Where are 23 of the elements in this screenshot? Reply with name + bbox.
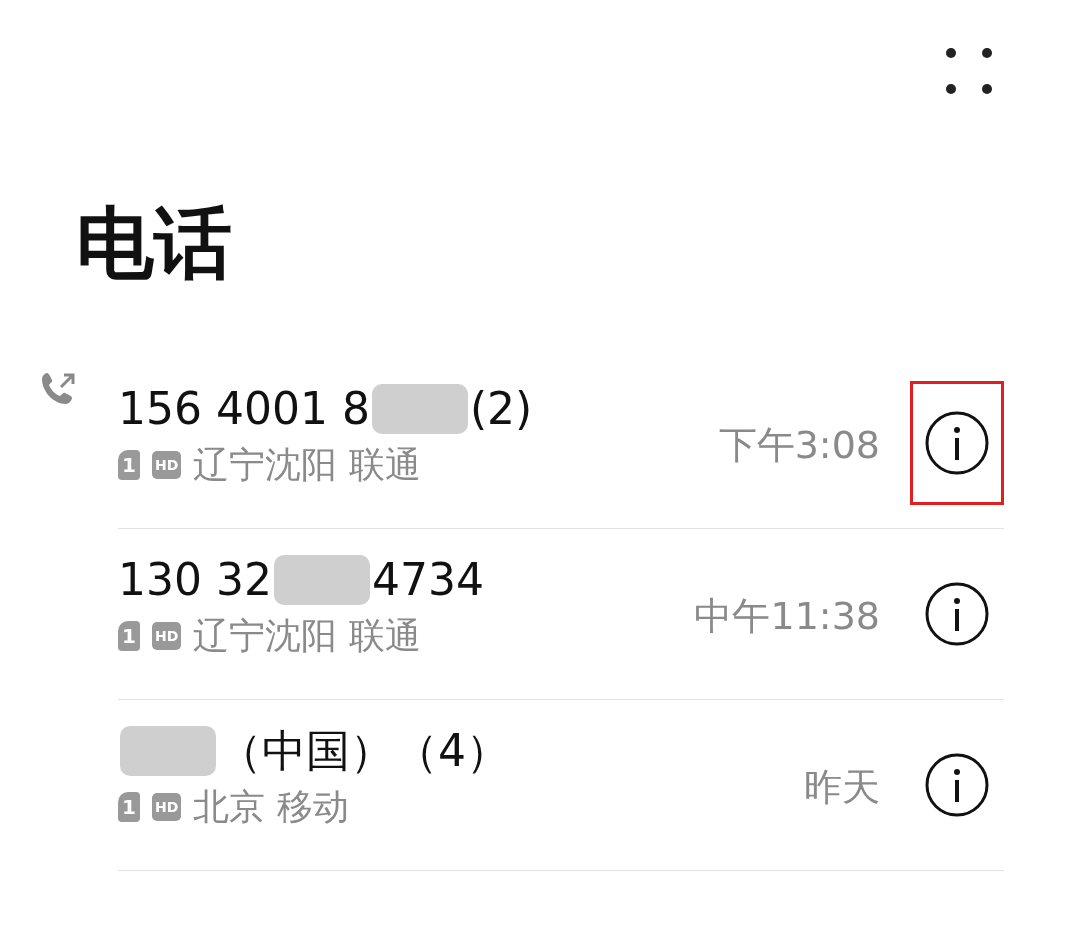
call-time: 昨天 bbox=[804, 764, 880, 810]
info-icon bbox=[924, 581, 990, 647]
phone-number: 156 4001 8 bbox=[118, 383, 370, 435]
hd-badge: HD bbox=[152, 451, 182, 479]
call-location: 辽宁沈阳 联通 bbox=[193, 614, 421, 658]
info-icon bbox=[924, 752, 990, 818]
info-icon bbox=[924, 410, 990, 476]
phone-number: (2) bbox=[469, 383, 533, 435]
hd-badge: HD bbox=[152, 793, 182, 821]
hd-badge: HD bbox=[152, 622, 182, 650]
call-location: 辽宁沈阳 联通 bbox=[193, 443, 421, 487]
sim-badge: 1 bbox=[118, 621, 140, 651]
phone-number: 4734 bbox=[371, 554, 484, 606]
more-menu-icon[interactable] bbox=[946, 48, 992, 94]
call-time: 下午3:08 bbox=[718, 422, 880, 468]
phone-number: （中国）（4） bbox=[218, 725, 510, 777]
phone-number: 130 32 bbox=[118, 554, 272, 606]
sim-badge: 1 bbox=[118, 450, 140, 480]
info-button[interactable] bbox=[910, 381, 1004, 505]
call-time: 中午11:38 bbox=[694, 593, 880, 639]
call-location: 北京 移动 bbox=[193, 785, 349, 829]
page-title: 电话 bbox=[76, 198, 232, 288]
sim-badge: 1 bbox=[118, 792, 140, 822]
